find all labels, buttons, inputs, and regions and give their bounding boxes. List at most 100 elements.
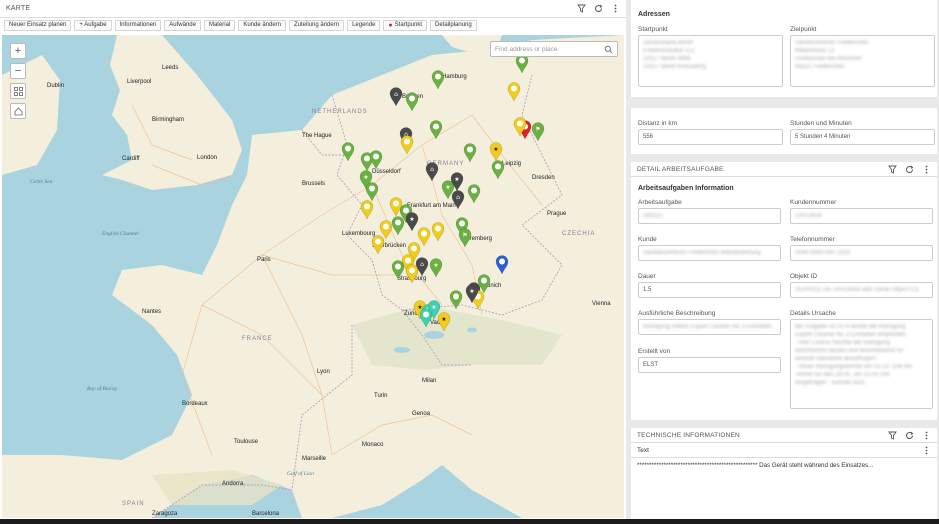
text-column-header[interactable]: Text — [637, 447, 922, 454]
reason-value[interactable]: Bei Aufgabe 327474 wurde die Reinigung E… — [790, 319, 933, 409]
city-label: Paris — [257, 257, 271, 263]
distance-value[interactable]: 556 — [638, 129, 783, 145]
reason-line: Termin für den 24.05. um 10.00 Uhr — [795, 372, 890, 378]
reason-line: Bei Aufgabe 327474 wurde die Reinigung — [795, 324, 906, 330]
start-point-value[interactable]: Deutschland Berlin Friedrichstraße 112 1… — [638, 35, 783, 87]
legend-button[interactable]: Legende — [347, 20, 381, 31]
city-label: Leeds — [162, 65, 178, 71]
technical-table-header: Text — [631, 443, 937, 458]
city-label: Frankfurt am Main — [407, 203, 456, 209]
map-panel: KARTE Neuer Einsatz planen + Aufgabe Inf… — [0, 0, 626, 520]
start-point-button[interactable]: ● Startpunkt — [383, 20, 428, 31]
start-line: Deutschland Berlin — [643, 40, 694, 46]
address-search-input[interactable]: Find address or place — [495, 46, 558, 53]
customer-number-field: Kundennummer 10023458 — [790, 199, 933, 224]
country-label: FRANCE — [242, 336, 273, 342]
technical-info-header: TECHNISCHE INFORMATIONEN — [631, 428, 937, 443]
city-label: Zaragoza — [152, 511, 178, 517]
basemap-gallery-button[interactable] — [10, 83, 26, 99]
clear-filter-icon[interactable] — [888, 165, 897, 174]
customer-label: Kunde — [638, 236, 657, 243]
star-icon: ★ — [441, 316, 446, 323]
description-value[interactable]: Reinigung mittels Expert Cleaner bis 3 E… — [638, 319, 781, 335]
refresh-icon[interactable] — [905, 165, 914, 174]
task-detail-header: DETAIL ARBEITSAUFGABE — [631, 162, 937, 177]
customer-value[interactable]: Sanitätszentrum Feldkirchen Betriebsleit… — [638, 245, 781, 261]
change-customer-button[interactable]: Kunde ändern — [238, 20, 287, 31]
duration-value[interactable]: 5 Stunden 4 Minuten — [790, 129, 935, 145]
search-icon[interactable] — [601, 43, 615, 56]
more-vertical-icon[interactable] — [611, 4, 620, 13]
clear-filter-icon[interactable] — [577, 4, 586, 13]
city-label: Marseille — [302, 456, 327, 462]
flag-icon: ⚑ — [462, 232, 467, 239]
created-by-value[interactable]: ELST — [638, 357, 781, 373]
star-icon: ★ — [445, 184, 450, 191]
target-point-value[interactable]: Sanitärzentrum Feldkirchen Mittelstraße … — [790, 35, 935, 87]
map-view[interactable]: Celtic Sea English Channel Bay of Biscay… — [2, 35, 624, 518]
city-label: Andorra — [222, 481, 244, 487]
star-icon: ★ — [363, 174, 368, 181]
home-button[interactable] — [10, 103, 26, 119]
customer-number-label: Kundennummer — [790, 199, 837, 206]
map-toolbar: Neuer Einsatz planen + Aufgabe Informati… — [0, 18, 626, 33]
reason-line: Expert Cleaner bis 3 Einheiten empfohlen… — [795, 332, 908, 338]
map-controls: + − — [10, 43, 26, 119]
map-pin-icon: ● — [388, 22, 393, 29]
target-line: Mittelstraße 12 — [795, 48, 835, 54]
new-assignment-button[interactable]: Neuer Einsatz planen — [4, 20, 72, 31]
city-label: Hamburg — [442, 74, 467, 80]
flag-icon: ⚑ — [535, 126, 540, 133]
city-label: Luxembourg — [342, 231, 375, 237]
customer-field: Kunde Sanitätszentrum Feldkirchen Betrie… — [638, 236, 781, 261]
more-vertical-icon[interactable] — [922, 431, 931, 440]
map-panel-header: KARTE — [0, 0, 626, 18]
city-label: Nantes — [142, 309, 161, 315]
task-info-title: Arbeitsaufgaben Information — [638, 185, 734, 192]
more-vertical-icon[interactable] — [922, 165, 931, 174]
distance-card: Distanz in km 556 Stunden und Minuten 5 … — [631, 108, 937, 154]
city-label: Vienna — [592, 301, 611, 307]
expenses-button[interactable]: Aufwände — [164, 20, 201, 31]
more-vertical-icon[interactable] — [922, 446, 931, 455]
reason-line: - Herr Lorenz möchte die Reinigung — [795, 340, 891, 346]
refresh-icon[interactable] — [594, 4, 603, 13]
description-field: Ausführliche Beschreibung Reinigung mitt… — [638, 310, 781, 335]
material-button[interactable]: Material — [203, 20, 236, 31]
house-icon: ⌂ — [456, 194, 460, 201]
zoom-in-button[interactable]: + — [10, 43, 26, 59]
detail-planning-button[interactable]: Detailplanung — [430, 20, 477, 31]
address-search[interactable]: Find address or place — [490, 41, 618, 57]
start-line: Friedrichstraße 112 — [643, 48, 695, 54]
os-taskbar — [0, 519, 939, 524]
change-assignment-button[interactable]: Zuteilung ändern — [289, 20, 345, 31]
reason-field: Details Ursache Bei Aufgabe 327474 wurde… — [790, 310, 933, 409]
add-task-button[interactable]: + Aufgabe — [74, 20, 112, 31]
house-icon: ⌂ — [394, 91, 398, 98]
refresh-icon[interactable] — [905, 431, 914, 440]
reason-label: Details Ursache — [790, 310, 836, 317]
task-id-label: Arbeitsaufgabe — [638, 199, 682, 206]
object-id-value[interactable]: SERVICE-DE-10023458 with Serial Object C… — [790, 282, 933, 298]
clear-filter-icon[interactable] — [888, 431, 897, 440]
phone-field: Telefonnummer 0049 8963 000 2333 — [790, 236, 933, 261]
customer-number-value[interactable]: 10023458 — [790, 208, 933, 224]
object-id-text: SERVICE-DE-10023458 with Serial Object C… — [795, 287, 919, 293]
start-point-field: Startpunkt Deutschland Berlin Friedrichs… — [638, 26, 783, 87]
phone-value[interactable]: 0049 8963 000 2333 — [790, 245, 933, 261]
sea-label: English Channel — [101, 231, 139, 237]
reason-line: weitere Standorte beauftragen. — [795, 356, 878, 362]
customer-number-text: 10023458 — [795, 213, 822, 219]
task-duration-value[interactable]: 1.5 — [638, 282, 781, 298]
distance-field: Distanz in km 556 — [638, 120, 783, 145]
star-icon: ★ — [493, 146, 498, 153]
house-icon: ⌂ — [430, 166, 434, 173]
table-row[interactable]: ****************************************… — [631, 458, 937, 472]
task-id-value[interactable]: 389321 — [638, 208, 781, 224]
information-button[interactable]: Informationen — [114, 20, 162, 31]
sea-label: Bay of Biscay — [87, 385, 118, 392]
country-label: SPAIN — [122, 501, 145, 507]
sea-label: Gulf of Lion — [287, 470, 314, 477]
duration-label: Stunden und Minuten — [790, 120, 852, 127]
zoom-out-button[interactable]: − — [10, 63, 26, 79]
